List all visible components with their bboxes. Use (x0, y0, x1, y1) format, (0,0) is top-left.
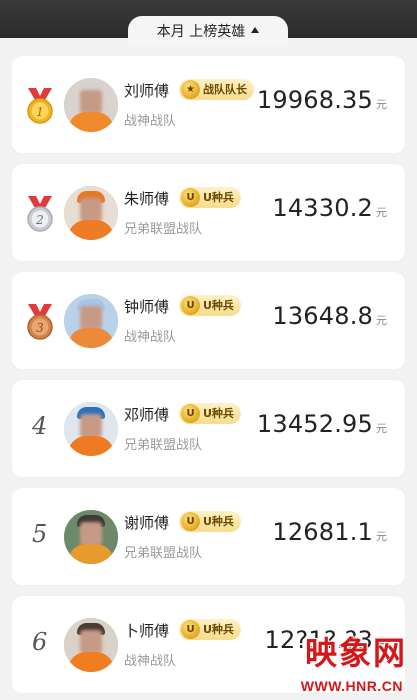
avatar (64, 78, 118, 132)
leaderboard-card[interactable]: 1 刘师傅 ★ 战队队长 战神战队 19968.35 元 (12, 56, 405, 153)
avatar (64, 294, 118, 348)
caret-up-icon (251, 27, 260, 33)
team-name: 兄弟联盟战队 (124, 546, 203, 561)
star-icon: ★ (181, 80, 200, 99)
title-badge: U U种兵 (179, 403, 241, 424)
title-badge: U U种兵 (179, 511, 241, 532)
medal-rank-number: 3 (36, 321, 44, 335)
score-value: 12681.1 (272, 518, 373, 546)
unit-label: 元 (376, 422, 387, 435)
title-badge: U U种兵 (179, 295, 241, 316)
bronze-medal-icon: 3 (27, 304, 53, 340)
silver-medal-icon: 2 (27, 196, 53, 232)
title-badge-label: U种兵 (203, 191, 234, 204)
team-name: 战神战队 (124, 654, 177, 669)
gold-medal-icon: 1 (27, 88, 53, 124)
title-badge: U U种兵 (179, 187, 241, 208)
leaderboard-card[interactable]: 2 朱师傅 U U种兵 兄弟联盟战队 14330.2 元 (12, 164, 405, 261)
team-name: 战神战队 (124, 330, 177, 345)
unit-label: 元 (376, 98, 387, 111)
title-badge: ★ 战队队长 (179, 79, 254, 100)
score-value: 13452.95 (256, 410, 373, 438)
worker-name: 钟师傅 (124, 298, 170, 316)
score-value: 19968.35 (256, 86, 373, 114)
period-selector-label: 本月 上榜英雄 (156, 24, 246, 40)
title-badge-label: U种兵 (203, 623, 234, 636)
unit-label: 元 (376, 314, 387, 327)
title-badge-label: 战队队长 (203, 83, 247, 96)
score-value: 14330.2 (272, 194, 373, 222)
u-icon: U (181, 512, 200, 531)
worker-name: 刘师傅 (124, 82, 170, 100)
avatar (64, 510, 118, 564)
worker-name: 谢师傅 (124, 514, 170, 532)
avatar (64, 186, 118, 240)
title-badge: U U种兵 (179, 619, 241, 640)
leaderboard-card[interactable]: 5 谢师傅 U U种兵 兄弟联盟战队 12681.1 元 (12, 488, 405, 585)
team-name: 兄弟联盟战队 (124, 222, 203, 237)
score-value: 13648.8 (272, 302, 373, 330)
leaderboard-card[interactable]: 3 钟师傅 U U种兵 战神战队 13648.8 元 (12, 272, 405, 369)
watermark-url: WWW.HNR.CN (300, 678, 403, 694)
leaderboard-card[interactable]: 4 邓师傅 U U种兵 兄弟联盟战队 13452.95 元 (12, 380, 405, 477)
u-icon: U (181, 296, 200, 315)
avatar (64, 618, 118, 672)
medal-rank-number: 1 (36, 105, 44, 119)
unit-label: 元 (376, 206, 387, 219)
rank-number: 5 (32, 520, 48, 548)
period-selector[interactable]: 本月 上榜英雄 (128, 16, 288, 46)
team-name: 战神战队 (124, 114, 177, 129)
worker-name: 朱师傅 (124, 190, 170, 208)
u-icon: U (181, 620, 200, 639)
title-badge-label: U种兵 (203, 299, 234, 312)
team-name: 兄弟联盟战队 (124, 438, 203, 453)
worker-name: 卜师傅 (124, 622, 170, 640)
title-badge-label: U种兵 (203, 407, 234, 420)
rank-number: 4 (32, 412, 48, 440)
watermark-logo: 映象网 (304, 634, 407, 672)
title-badge-label: U种兵 (203, 515, 234, 528)
medal-rank-number: 2 (35, 213, 44, 227)
u-icon: U (181, 404, 200, 423)
rank-number: 6 (32, 628, 48, 656)
unit-label: 元 (376, 530, 387, 543)
worker-name: 邓师傅 (124, 406, 170, 424)
u-icon: U (181, 188, 200, 207)
avatar (64, 402, 118, 456)
